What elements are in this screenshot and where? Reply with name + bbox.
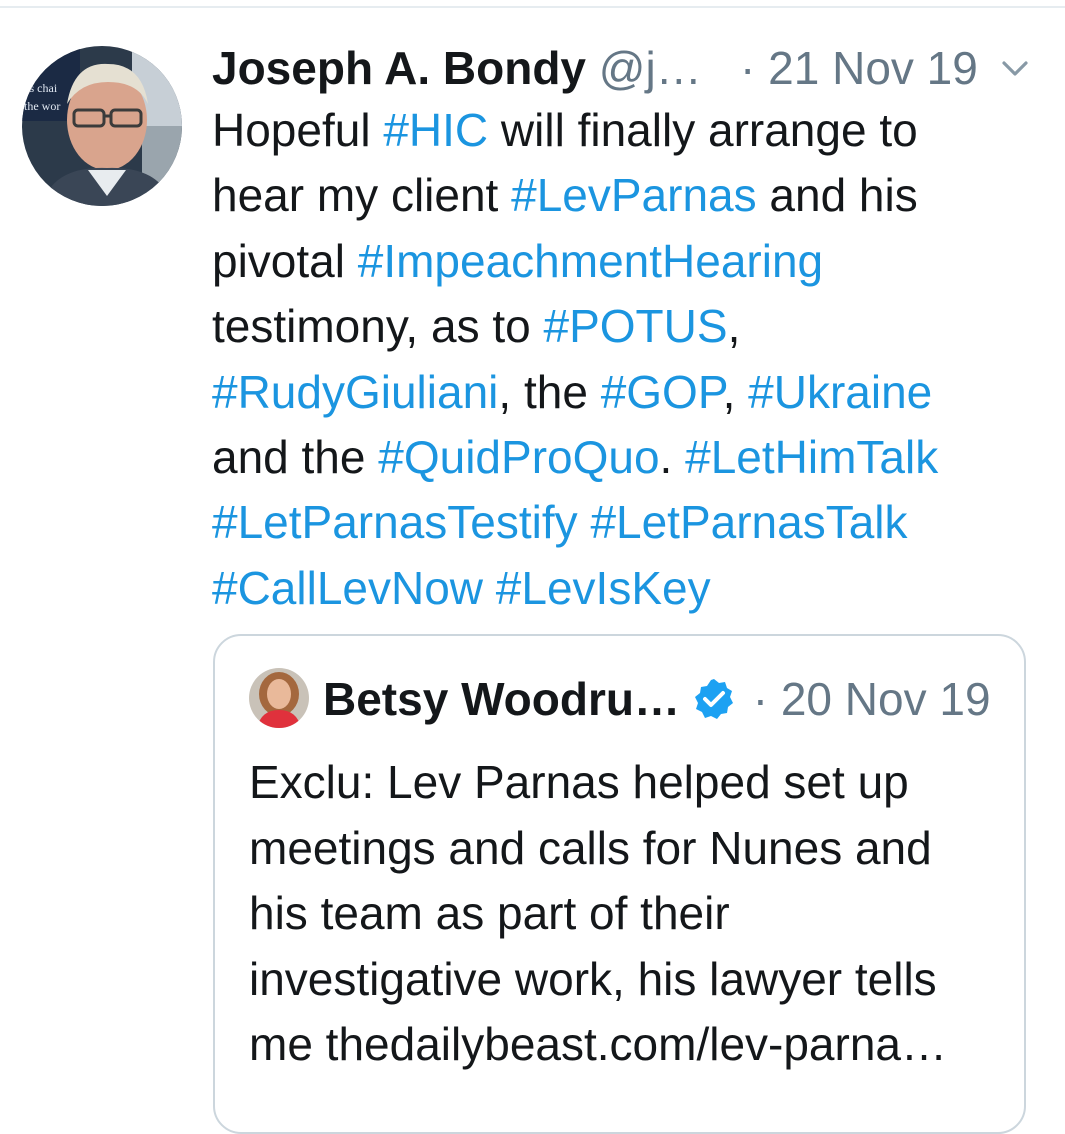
- hashtag-link[interactable]: #LevIsKey: [496, 562, 711, 614]
- header-separator: ·: [740, 42, 756, 94]
- tweet-text-line: hear my client #LevParnas and his: [212, 163, 1042, 228]
- quoted-tweet-header: Betsy Woodru… · 20 Nov 19: [323, 668, 1013, 730]
- hashtag-link[interactable]: #RudyGiuliani: [212, 366, 498, 418]
- author-handle[interactable]: @j…: [599, 42, 702, 94]
- tweet-text-segment: [578, 496, 591, 548]
- quoted-header-separator: ·: [752, 673, 769, 725]
- tweet-text-line: Hopeful #HIC will finally arrange to: [212, 98, 1042, 163]
- tweet-text-line: and the #QuidProQuo. #LetHimTalk: [212, 425, 1042, 490]
- quoted-author-avatar[interactable]: [249, 668, 309, 728]
- tweet-text-line: pivotal #ImpeachmentHearing: [212, 229, 1042, 294]
- hashtag-link[interactable]: #CallLevNow: [212, 562, 483, 614]
- hashtag-link[interactable]: #GOP: [601, 366, 723, 418]
- tweet-text-segment: ,: [722, 365, 749, 418]
- tweet-text-segment: Hopeful: [212, 104, 384, 156]
- tweet-text-line: #CallLevNow #LevIsKey: [212, 556, 1042, 621]
- chevron-down-icon[interactable]: [1000, 56, 1030, 82]
- tweet-text-segment: testimony, as to: [212, 300, 544, 353]
- hashtag-link[interactable]: #LetHimTalk: [685, 431, 938, 483]
- tweet-text-segment: will finally arrange to: [488, 104, 918, 156]
- hashtag-link[interactable]: #Ukraine: [748, 366, 932, 418]
- tweet-date[interactable]: 21 Nov 19: [768, 42, 978, 94]
- hashtag-link[interactable]: #LetParnasTestify: [212, 496, 578, 548]
- hashtag-link[interactable]: #QuidProQuo: [378, 431, 659, 483]
- quoted-tweet-date[interactable]: 20 Nov 19: [781, 673, 991, 725]
- hashtag-link[interactable]: #ImpeachmentHearing: [358, 235, 823, 287]
- tweet-text-line: testimony, as to #POTUS,: [212, 294, 1042, 359]
- tweet-text-segment: and the: [212, 431, 379, 484]
- quoted-text-line[interactable]: me thedailybeast.com/lev-parna…: [249, 1012, 1009, 1078]
- hashtag-link[interactable]: #HIC: [383, 104, 488, 156]
- tweet-text-segment: pivotal: [212, 234, 358, 287]
- tweet-text-segment: ,: [727, 300, 741, 353]
- quoted-text-line: investigative work, his lawyer tells: [249, 952, 937, 1005]
- quoted-text-line: meetings and calls for Nunes and: [249, 821, 932, 874]
- quoted-tweet-text: Exclu: Lev Parnas helped set up meetings…: [249, 750, 1009, 1078]
- quoted-text-line: his team as part of their: [249, 887, 730, 939]
- tweet-text-segment: [483, 562, 496, 614]
- quoted-author-name[interactable]: Betsy Woodru…: [323, 673, 680, 725]
- tweet-text-segment: hear my client: [212, 169, 512, 222]
- tweet-text-segment: , the: [498, 365, 601, 418]
- author-name[interactable]: Joseph A. Bondy: [212, 42, 586, 94]
- quoted-text-line: Exclu: Lev Parnas helped set up: [249, 756, 909, 808]
- tweet-header: Joseph A. Bondy @j… · 21 Nov 19: [212, 38, 1042, 98]
- hashtag-link[interactable]: #LetParnasTalk: [590, 496, 907, 548]
- tweet-text-line: #LetParnasTestify #LetParnasTalk: [212, 490, 1042, 555]
- author-avatar[interactable]: t's chai the wor: [22, 46, 182, 206]
- tweet-text-segment: and his: [756, 169, 918, 222]
- tweet-text-segment: .: [659, 431, 686, 484]
- quoted-tweet-card[interactable]: Betsy Woodru… · 20 Nov 19 Exclu: Lev Par…: [213, 634, 1026, 1134]
- hashtag-link[interactable]: #LevParnas: [511, 169, 757, 221]
- tweet-text-line: #RudyGiuliani, the #GOP, #Ukraine: [212, 360, 1042, 425]
- top-divider: [0, 6, 1065, 8]
- svg-text:t's chai: t's chai: [24, 81, 58, 95]
- verified-badge-icon: [692, 674, 736, 719]
- tweet-text: Hopeful #HIC will finally arrange to hear…: [212, 98, 1042, 621]
- svg-text:the wor: the wor: [24, 99, 60, 113]
- hashtag-link[interactable]: #POTUS: [544, 300, 728, 352]
